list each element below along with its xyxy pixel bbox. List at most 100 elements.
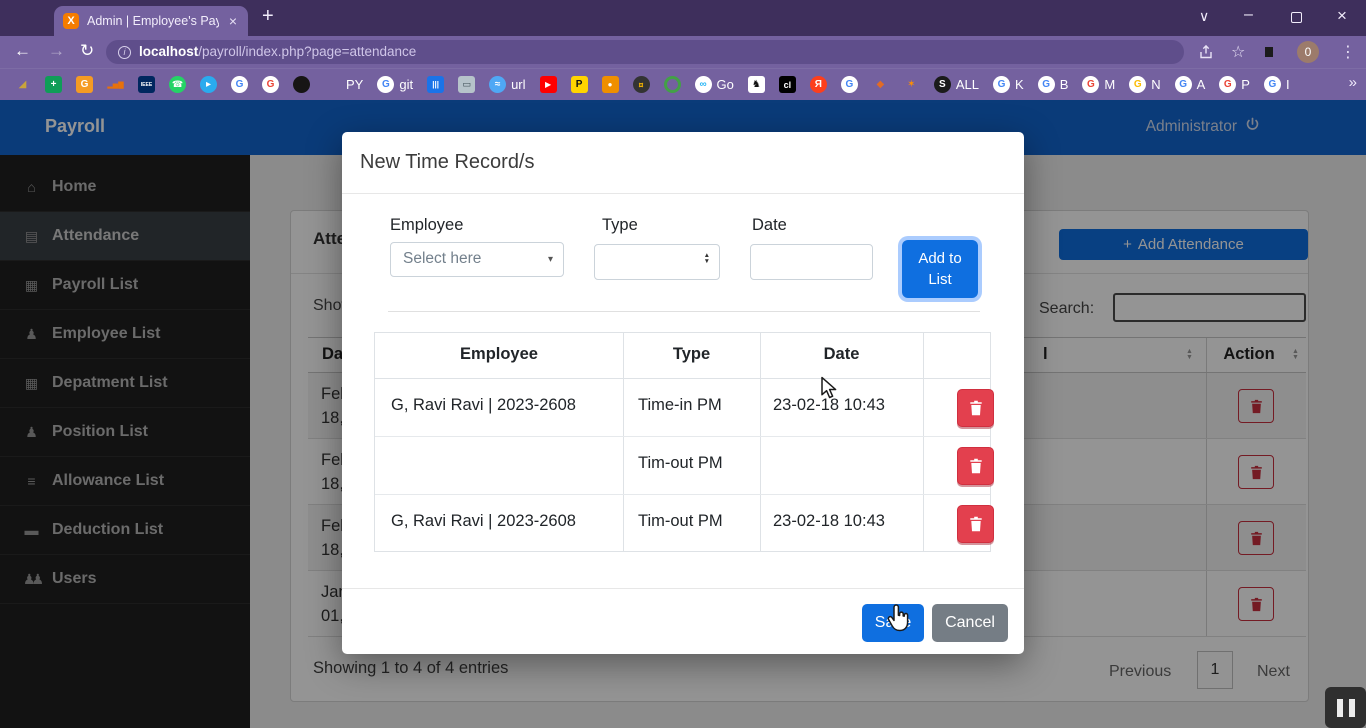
screen-recorder-pause-button[interactable] — [1325, 687, 1366, 728]
save-button[interactable]: Save — [862, 604, 924, 642]
delete-record-button[interactable] — [957, 505, 994, 543]
window-close-button[interactable]: × — [1337, 6, 1347, 26]
url-bookmark[interactable]: ≈url — [489, 76, 525, 93]
add-to-list-button[interactable]: Add to List — [902, 240, 978, 298]
tab-search-icon[interactable]: ∨ — [1199, 8, 1209, 25]
telegram-icon[interactable]: ▸ — [200, 76, 217, 93]
employee-select[interactable]: Select here ▾ — [390, 242, 564, 277]
delete-record-button[interactable] — [957, 389, 994, 427]
eagle-icon[interactable]: ♞ — [748, 76, 765, 93]
github-icon[interactable] — [293, 76, 310, 93]
google-icon-2[interactable]: G — [262, 76, 279, 93]
youtube-icon[interactable]: ▶ — [540, 76, 557, 93]
profile-avatar[interactable]: 0 — [1297, 41, 1319, 63]
delete-record-button[interactable] — [957, 447, 994, 485]
cart-icon[interactable]: ¤ — [633, 76, 650, 93]
tab-close-icon[interactable]: × — [227, 13, 239, 29]
google-n-icon[interactable]: GN — [1129, 76, 1160, 93]
browser-tab-strip: X Admin | Employee's Payroll × + ∨ – × — [0, 0, 1366, 36]
google-b-icon[interactable]: GB — [1038, 76, 1069, 93]
barcode-icon-glyph: ||| — [427, 76, 444, 93]
google-a-icon-glyph: G — [1175, 76, 1192, 93]
leaf-icon[interactable]: ◢ — [14, 76, 31, 93]
google-p-icon[interactable]: GP — [1219, 76, 1250, 93]
ring-icon[interactable] — [664, 76, 681, 93]
eagle-icon-glyph: ♞ — [748, 76, 765, 93]
minimize-button[interactable]: – — [1244, 6, 1253, 24]
google-git-icon-label: git — [399, 77, 413, 92]
back-icon[interactable]: ← — [14, 41, 31, 61]
cl-icon[interactable]: cl — [779, 76, 796, 93]
bookmarks-overflow-icon[interactable]: » — [1349, 74, 1357, 91]
globe-all-icon-glyph: S — [934, 76, 951, 93]
radio-icon[interactable]: ▭ — [458, 76, 475, 93]
browser-tab[interactable]: X Admin | Employee's Payroll × — [54, 6, 248, 36]
cancel-button[interactable]: Cancel — [932, 604, 1008, 642]
cart-icon-glyph: ¤ — [633, 76, 650, 93]
google-i-icon[interactable]: GI — [1264, 76, 1290, 93]
globe-all-icon[interactable]: SALL — [934, 76, 979, 93]
google-a-icon[interactable]: GA — [1175, 76, 1206, 93]
google-git-icon[interactable]: Ggit — [377, 76, 413, 93]
google-icon-3-glyph: G — [841, 76, 858, 93]
flower-icon[interactable]: ✶ — [903, 76, 920, 93]
ieee-icon[interactable]: IEEE — [138, 76, 155, 93]
reload-icon[interactable]: ↻ — [80, 41, 94, 61]
google-b-icon-label: B — [1060, 77, 1069, 92]
google-m-icon[interactable]: GM — [1082, 76, 1115, 93]
barcode-icon[interactable]: ||| — [427, 76, 444, 93]
sheets-icon[interactable]: + — [45, 76, 62, 93]
google-git-icon-glyph: G — [377, 76, 394, 93]
share-icon[interactable] — [1198, 44, 1214, 65]
orange-g-icon[interactable]: G — [76, 76, 93, 93]
site-info-icon[interactable]: i — [118, 46, 131, 59]
kebab-menu-icon[interactable]: ⋮ — [1340, 42, 1356, 62]
p-icon[interactable]: P — [571, 76, 588, 93]
bookmarks-bar: ◢+G▂▅▇IEEE☎▸GGPYGgit|||▭≈url▶P●¤∞Go♞clЯG… — [0, 68, 1366, 100]
type-cell: Time-in PM — [638, 396, 722, 415]
type-cell: Tim-out PM — [638, 454, 723, 473]
employee-cell: G, Ravi Ravi | 2023-2608 — [391, 512, 576, 531]
google-n-icon-glyph: G — [1129, 76, 1146, 93]
p-icon-glyph: P — [571, 76, 588, 93]
youtube-icon-glyph: ▶ — [540, 76, 557, 93]
yandex-icon-glyph: Я — [810, 76, 827, 93]
date-label: Date — [752, 216, 787, 235]
whatsapp-icon[interactable]: ☎ — [169, 76, 186, 93]
camera-icon-glyph: ● — [602, 76, 619, 93]
modal-records-table: Employee Type Date G, Ravi Ravi | 2023-2… — [374, 332, 991, 552]
forward-icon[interactable]: → — [48, 41, 65, 61]
google-icon[interactable]: G — [231, 76, 248, 93]
google-k-icon[interactable]: GK — [993, 76, 1024, 93]
godaddy-icon[interactable]: ∞ Go — [695, 76, 734, 93]
radio-icon-glyph: ▭ — [458, 76, 475, 93]
type-select[interactable]: ▲▼ — [594, 244, 720, 280]
address-bar[interactable]: i localhost/payroll/index.php?page=atten… — [106, 40, 1184, 64]
modal-title: New Time Record/s — [360, 151, 535, 174]
google-k-icon-label: K — [1015, 77, 1024, 92]
yandex-icon[interactable]: Я — [810, 76, 827, 93]
bookmark-star-icon[interactable]: ☆ — [1231, 42, 1245, 62]
modal-footer: Save Cancel — [342, 588, 1024, 654]
browser-toolbar: ← → ↻ i localhost/payroll/index.php?page… — [0, 36, 1366, 68]
py-bookmark[interactable]: PY — [324, 76, 363, 93]
google-icon-3[interactable]: G — [841, 76, 858, 93]
type-cell: Tim-out PM — [638, 512, 723, 531]
analytics-icon[interactable]: ▂▅▇ — [107, 76, 124, 93]
xampp-favicon-icon: X — [63, 13, 79, 29]
maximize-button[interactable] — [1291, 12, 1302, 23]
modal-table-row: G, Ravi Ravi | 2023-2608 Time-in PM 23-0… — [375, 379, 990, 437]
url-host: localhost — [139, 44, 198, 59]
leaf-icon-glyph: ◢ — [14, 76, 31, 93]
github-icon-glyph — [293, 76, 310, 93]
date-input[interactable] — [750, 244, 873, 280]
orange-g-icon-glyph: G — [76, 76, 93, 93]
google-k-icon-glyph: G — [993, 76, 1010, 93]
new-tab-button[interactable]: + — [262, 5, 274, 28]
modal-table-row: G, Ravi Ravi | 2023-2608 Tim-out PM 23-0… — [375, 495, 990, 553]
godaddy-icon-glyph: ∞ — [695, 76, 712, 93]
godaddy-icon-label: Go — [717, 77, 734, 92]
matlab-icon[interactable]: ◆ — [872, 76, 889, 93]
camera-icon[interactable]: ● — [602, 76, 619, 93]
google-b-icon-glyph: G — [1038, 76, 1055, 93]
